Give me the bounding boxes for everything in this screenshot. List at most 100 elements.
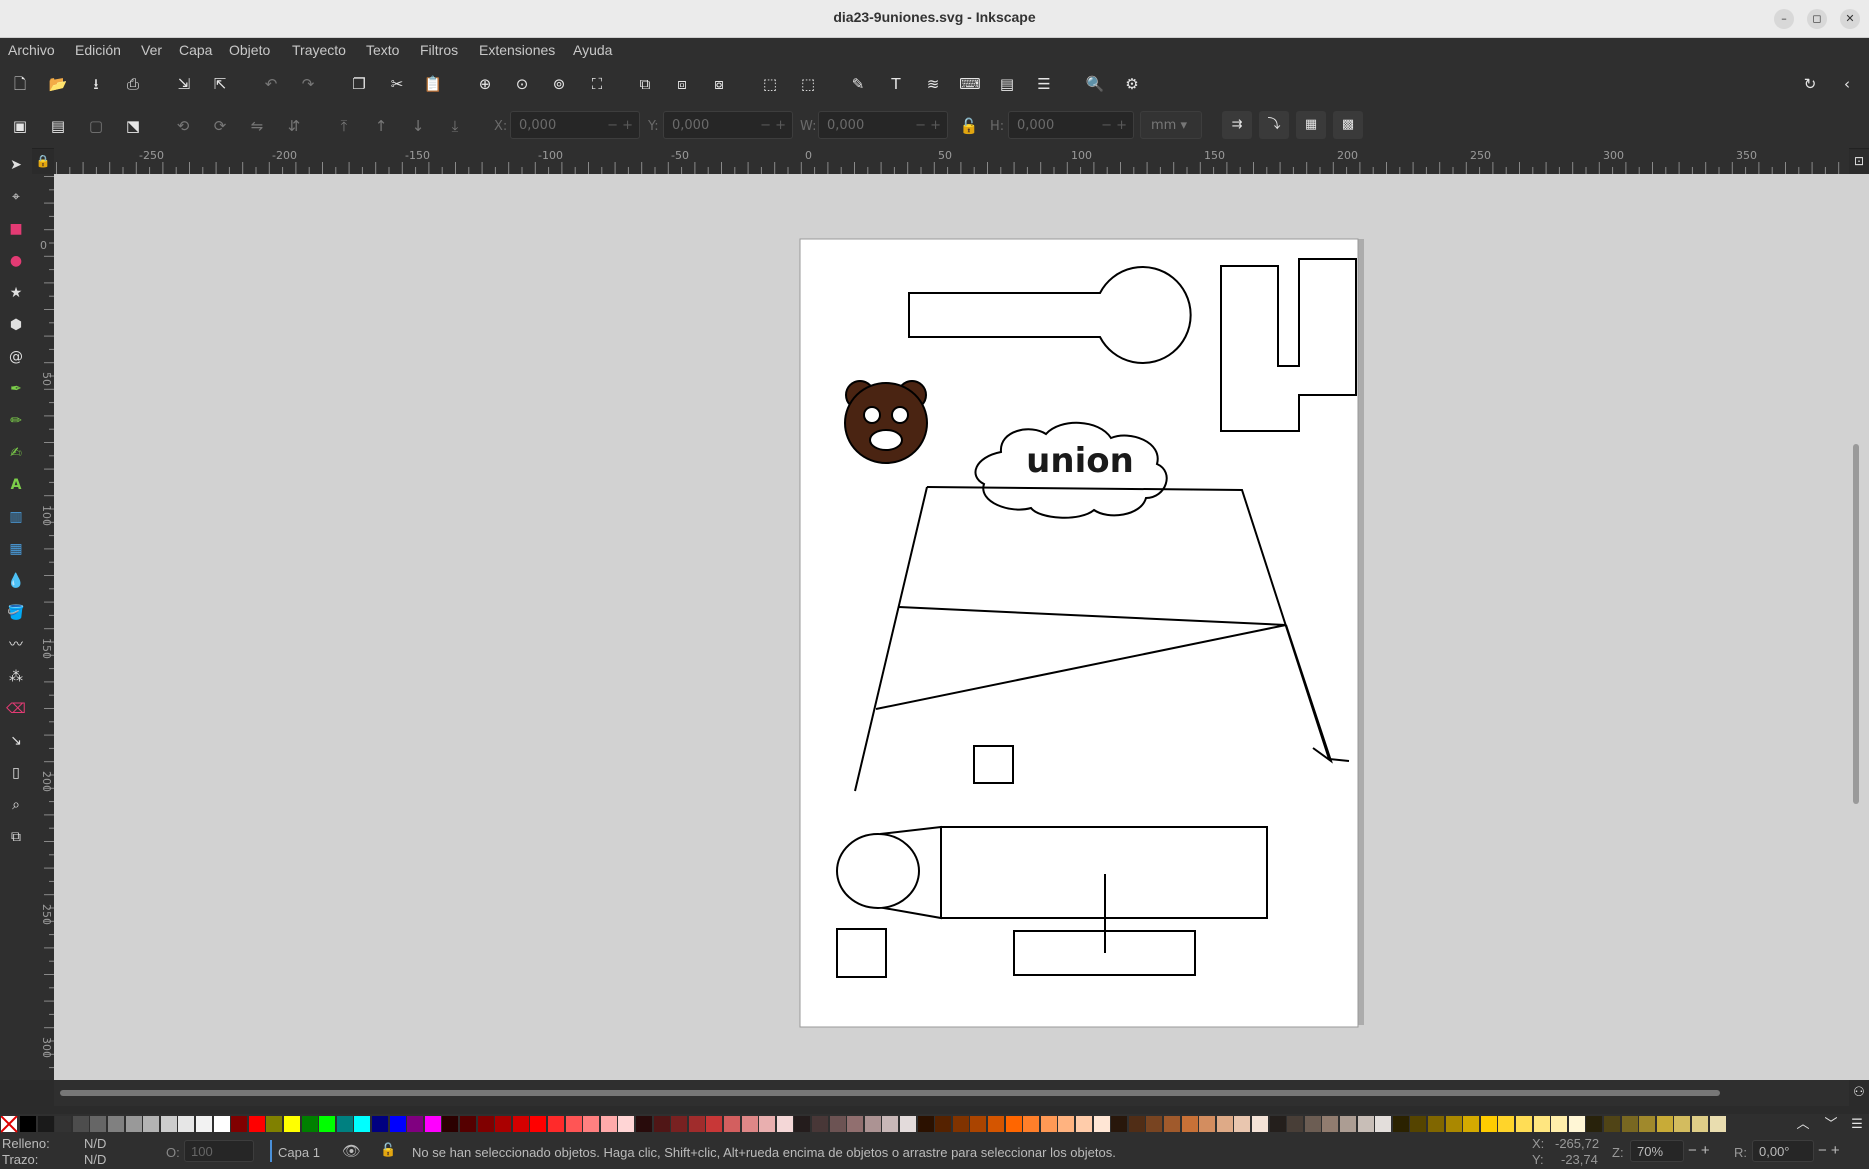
no-paint-swatch-icon[interactable] xyxy=(1,1116,19,1134)
zoom-stepper-icon[interactable]: − + xyxy=(1688,1142,1710,1159)
color-swatch[interactable] xyxy=(1480,1116,1497,1132)
color-swatch[interactable] xyxy=(1181,1116,1198,1132)
color-swatch[interactable] xyxy=(55,1116,72,1132)
document-properties-icon[interactable]: ▤ xyxy=(996,73,1018,95)
color-swatch[interactable] xyxy=(178,1116,195,1132)
minimize-button[interactable]: – xyxy=(1774,9,1794,29)
zoom-tool-icon[interactable]: ⌕ xyxy=(5,794,27,816)
select-all-layers-icon[interactable]: ▤ xyxy=(47,115,69,137)
xml-editor-icon[interactable]: ⌨ xyxy=(959,73,981,95)
color-swatch[interactable] xyxy=(935,1116,952,1132)
color-swatch[interactable] xyxy=(1656,1116,1673,1132)
export-icon[interactable]: ⇱ xyxy=(209,73,231,95)
small-square[interactable] xyxy=(973,745,1014,784)
fill-stroke-icon[interactable]: ✎ xyxy=(847,73,869,95)
color-swatch[interactable] xyxy=(284,1116,300,1132)
height-input[interactable]: 0,000 − + xyxy=(1008,111,1134,139)
color-swatch[interactable] xyxy=(847,1116,864,1132)
new-document-icon[interactable]: 🗋 xyxy=(9,73,31,95)
scrollbar-thumb[interactable] xyxy=(60,1090,1720,1096)
menu-trayecto[interactable]: Trayecto xyxy=(292,42,346,58)
color-swatch[interactable] xyxy=(37,1116,54,1132)
color-swatch[interactable] xyxy=(1692,1116,1708,1132)
bezier-tool-icon[interactable]: ✒ xyxy=(5,378,27,400)
color-swatch[interactable] xyxy=(372,1116,388,1132)
color-swatch[interactable] xyxy=(1709,1116,1726,1132)
color-swatch[interactable] xyxy=(1023,1116,1040,1132)
paint-bucket-tool-icon[interactable]: 🪣 xyxy=(5,602,27,624)
color-swatch[interactable] xyxy=(952,1116,969,1132)
rectangle-tool-icon[interactable]: ■ xyxy=(5,218,27,240)
color-swatch[interactable] xyxy=(108,1116,124,1132)
color-swatch[interactable] xyxy=(1604,1116,1620,1132)
color-swatch[interactable] xyxy=(512,1116,529,1132)
scale-stroke-button[interactable]: ⇉ xyxy=(1222,111,1252,139)
bottom-square[interactable] xyxy=(836,928,887,978)
color-swatch[interactable] xyxy=(1164,1116,1180,1132)
spray-tool-icon[interactable]: ⁂ xyxy=(5,666,27,688)
color-swatch[interactable] xyxy=(477,1116,494,1132)
color-swatch[interactable] xyxy=(1568,1116,1585,1132)
x-input[interactable]: 0,000 − + xyxy=(510,111,640,139)
color-swatch[interactable] xyxy=(442,1116,459,1132)
color-swatch[interactable] xyxy=(917,1116,934,1132)
snap-toggle-icon[interactable]: ↻ xyxy=(1799,73,1821,95)
lower-icon[interactable]: ↓ xyxy=(407,115,429,137)
restore-button[interactable]: ◻ xyxy=(1807,9,1827,29)
color-swatch[interactable] xyxy=(1392,1116,1409,1132)
color-swatch[interactable] xyxy=(196,1116,212,1132)
calligraphy-tool-icon[interactable]: ✍ xyxy=(5,442,27,464)
color-swatch[interactable] xyxy=(160,1116,177,1132)
color-swatch[interactable] xyxy=(1410,1116,1427,1132)
zoom-selection-icon[interactable]: ⊕ xyxy=(474,73,496,95)
gradient-tool-icon[interactable]: ▥ xyxy=(5,506,27,528)
ellipse-shape[interactable] xyxy=(836,833,920,909)
width-stepper-icon[interactable]: − + xyxy=(915,112,941,140)
color-swatch[interactable] xyxy=(1058,1116,1075,1132)
color-swatch[interactable] xyxy=(495,1116,512,1132)
touch-select-icon[interactable]: ⬔ xyxy=(122,115,144,137)
color-swatch[interactable] xyxy=(20,1116,36,1132)
deselect-icon[interactable]: ▢ xyxy=(85,115,107,137)
y-input[interactable]: 0,000 − + xyxy=(663,111,793,139)
menu-extensiones[interactable]: Extensiones xyxy=(479,42,555,58)
color-swatch[interactable] xyxy=(776,1116,793,1132)
ellipse-tool-icon[interactable]: ● xyxy=(5,250,27,272)
color-swatch[interactable] xyxy=(1093,1116,1110,1132)
save-icon[interactable]: ⭳ xyxy=(85,73,107,95)
spiral-tool-icon[interactable]: @ xyxy=(5,346,27,368)
select-all-icon[interactable]: ▣ xyxy=(9,115,31,137)
stroke-value[interactable]: N/D xyxy=(84,1152,106,1167)
opacity-input[interactable]: 100 xyxy=(184,1140,254,1162)
color-swatch[interactable] xyxy=(407,1116,424,1132)
scrollbar-thumb[interactable] xyxy=(1853,444,1859,804)
mesh-tool-icon[interactable]: ▦ xyxy=(5,538,27,560)
scale-corners-button[interactable]: ⤵ xyxy=(1259,111,1289,139)
union-text[interactable]: union xyxy=(1026,441,1134,481)
rotate-ccw-icon[interactable]: ⟲ xyxy=(172,115,194,137)
x-stepper-icon[interactable]: − + xyxy=(607,112,633,140)
vertical-scrollbar[interactable] xyxy=(1849,174,1869,1080)
preferences-icon[interactable]: ⚙ xyxy=(1121,73,1143,95)
color-swatch[interactable] xyxy=(1111,1116,1128,1132)
rotation-input[interactable]: 0,00° xyxy=(1752,1140,1814,1162)
measure-tool-icon[interactable]: ⧉ xyxy=(5,826,27,848)
unit-select[interactable]: mm ▾ xyxy=(1140,111,1202,139)
color-swatch[interactable] xyxy=(1005,1116,1022,1132)
color-swatch[interactable] xyxy=(1287,1116,1304,1132)
menu-ver[interactable]: Ver xyxy=(141,42,162,58)
duplicate-icon[interactable]: ⧉ xyxy=(634,73,656,95)
3d-box-tool-icon[interactable]: ⬢ xyxy=(5,314,27,336)
height-stepper-icon[interactable]: − + xyxy=(1101,112,1127,140)
eraser-tool-icon[interactable]: ⌫ xyxy=(5,698,27,720)
color-swatch[interactable] xyxy=(1674,1116,1691,1132)
cut-icon[interactable]: ✂ xyxy=(386,73,408,95)
menu-edicion[interactable]: Edición xyxy=(75,42,121,58)
color-swatch[interactable] xyxy=(600,1116,617,1132)
color-swatch[interactable] xyxy=(1269,1116,1286,1132)
color-swatch[interactable] xyxy=(759,1116,776,1132)
color-swatch[interactable] xyxy=(1621,1116,1638,1132)
fill-value[interactable]: N/D xyxy=(84,1136,106,1151)
close-button[interactable]: ✕ xyxy=(1840,9,1860,29)
layers-icon[interactable]: ≋ xyxy=(922,73,944,95)
